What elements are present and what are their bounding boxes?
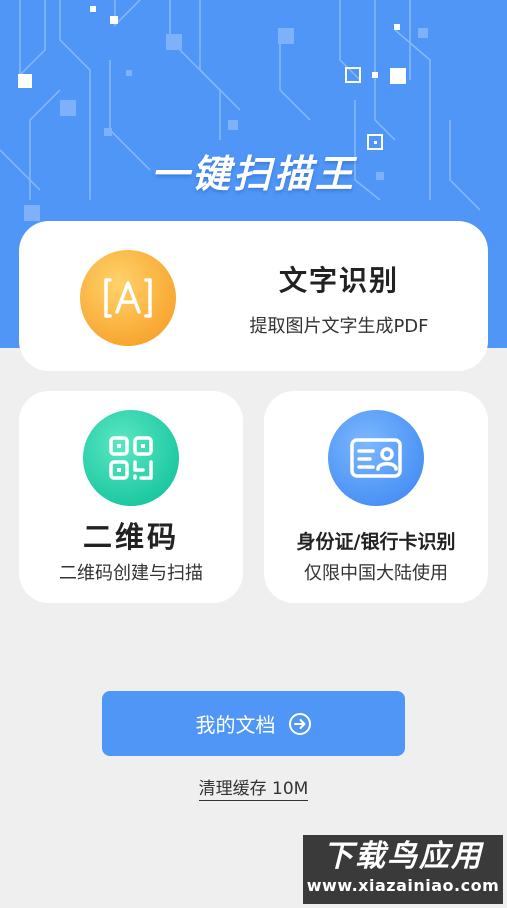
my-documents-button[interactable]: 我的文档 [102, 691, 405, 756]
arrow-right-circle-icon [288, 712, 311, 735]
qr-code-title: 二维码 [82, 520, 179, 554]
id-card-recognition-card[interactable]: 身份证/银行卡识别 仅限中国大陆使用 [264, 391, 488, 603]
text-recognition-subtitle: 提取图片文字生成PDF [249, 316, 429, 337]
qr-code-subtitle: 二维码创建与扫描 [59, 563, 203, 584]
text-recognition-title: 文字识别 [278, 264, 399, 297]
id-card-recognition-title: 身份证/银行卡识别 [296, 531, 456, 553]
qr-code-card[interactable]: 二维码 二维码创建与扫描 [19, 391, 243, 603]
watermark: 下载鸟应用 www.xiazainiao.com [303, 835, 503, 904]
app-title: 一键扫描王 [150, 152, 356, 196]
id-card-recognition-subtitle: 仅限中国大陆使用 [304, 563, 448, 584]
clear-cache-label: 清理缓存 10M [198, 779, 309, 801]
watermark-url: www.xiazainiao.com [306, 876, 500, 895]
text-recognition-card[interactable]: 文字识别 提取图片文字生成PDF [19, 221, 488, 371]
text-recognition-icon [80, 250, 176, 346]
my-documents-label: 我的文档 [195, 713, 276, 737]
clear-cache-link[interactable]: 清理缓存 10M [0, 774, 507, 801]
qr-code-icon [83, 410, 179, 506]
id-card-icon [328, 410, 424, 506]
watermark-title: 下载鸟应用 [323, 839, 483, 874]
